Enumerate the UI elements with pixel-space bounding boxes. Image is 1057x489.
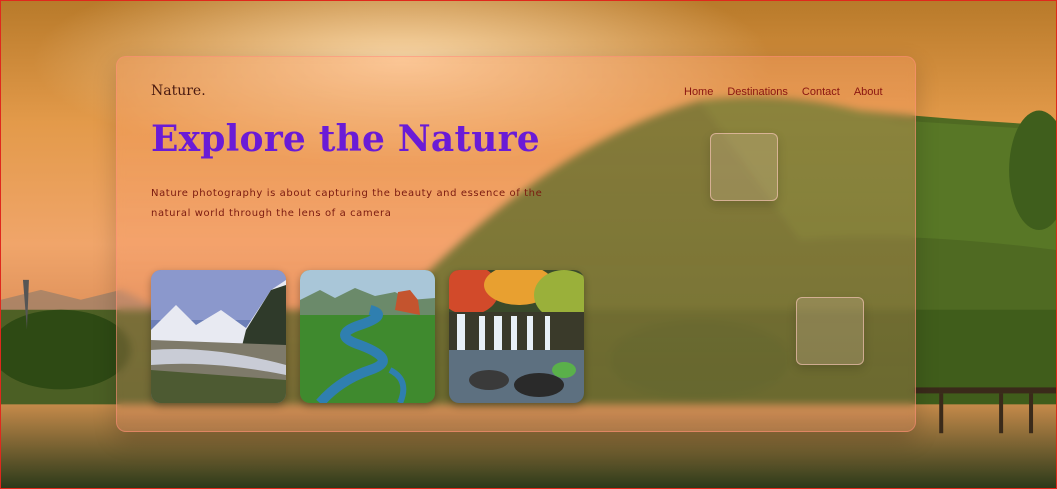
hero-title: Explore the Nature	[151, 118, 540, 160]
gallery-image-waterfall[interactable]	[449, 270, 584, 403]
gallery-image-river[interactable]	[300, 270, 435, 403]
gallery	[151, 270, 584, 403]
brand-logo[interactable]: Nature.	[151, 83, 206, 99]
nav-destinations-link[interactable]: Destinations	[727, 86, 788, 98]
nav-about-link[interactable]: About	[854, 86, 883, 98]
gallery-image-mountain-valley[interactable]	[151, 270, 286, 403]
nav-contact-link[interactable]: Contact	[802, 86, 840, 98]
hero-description: Nature photography is about capturing th…	[151, 188, 543, 219]
nav-home-link[interactable]: Home	[684, 86, 713, 98]
main-nav: Home Destinations Contact About	[684, 86, 883, 98]
decorative-glass-square	[710, 133, 778, 201]
decorative-glass-square	[796, 297, 864, 365]
